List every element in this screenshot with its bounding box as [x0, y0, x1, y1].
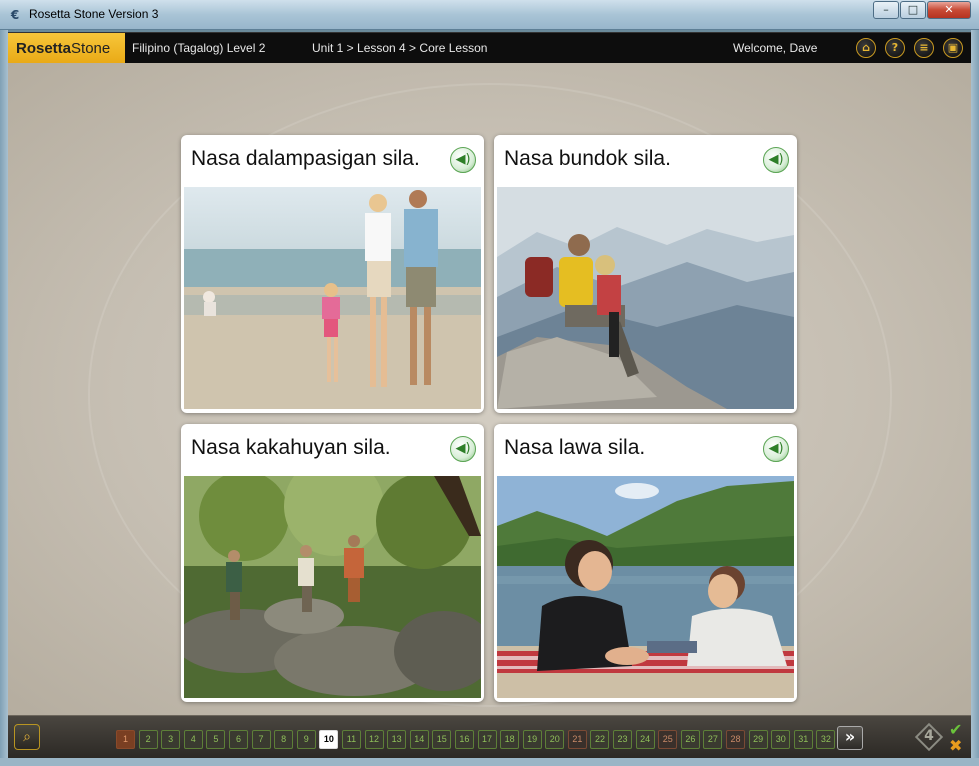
- close-button[interactable]: ✕: [927, 1, 971, 19]
- screen-button-18[interactable]: 18: [500, 730, 520, 749]
- screen-button-24[interactable]: 24: [635, 730, 655, 749]
- next-screen-button[interactable]: »: [837, 726, 863, 750]
- card-caption: Nasa kakahuyan sila.: [191, 436, 391, 459]
- screen-button-26[interactable]: 26: [680, 730, 700, 749]
- screen-button-14[interactable]: 14: [409, 730, 429, 749]
- window-frame-left: [0, 30, 8, 766]
- speaker-icon[interactable]: ◀): [450, 436, 476, 462]
- magnify-icon[interactable]: ⌕: [14, 724, 40, 750]
- lake-photo: [497, 476, 794, 698]
- forest-photo: [184, 476, 481, 698]
- screen-button-22[interactable]: 22: [590, 730, 610, 749]
- screen-button-6[interactable]: 6: [228, 730, 248, 749]
- screen-button-4[interactable]: 4: [183, 730, 203, 749]
- minimize-button[interactable]: –: [873, 1, 899, 19]
- screen-button-27[interactable]: 27: [703, 730, 723, 749]
- screen-button-17[interactable]: 17: [477, 730, 497, 749]
- counter-value: 4: [924, 728, 934, 744]
- menu-icon[interactable]: ≡: [914, 38, 934, 58]
- screen-button-11[interactable]: 11: [341, 730, 361, 749]
- screen-button-21[interactable]: 21: [567, 730, 587, 749]
- screen-navigator: 1 2 3 4 5 6 7 8 9 10 11 12 13 14 15 16 17 18 19 20 21 22 23 24 2…: [116, 730, 839, 749]
- breadcrumb[interactable]: Unit 1 > Lesson 4 > Core Lesson: [312, 33, 487, 64]
- screen-button-31[interactable]: 31: [793, 730, 813, 749]
- screen-button-2[interactable]: 2: [138, 730, 158, 749]
- screen-button-5[interactable]: 5: [206, 730, 226, 749]
- screen-button-30[interactable]: 30: [771, 730, 791, 749]
- speaker-icon[interactable]: ◀): [763, 147, 789, 173]
- answer-card-forest[interactable]: Nasa kakahuyan sila. ◀): [181, 424, 484, 702]
- mountain-photo: [497, 187, 794, 409]
- screen-button-13[interactable]: 13: [387, 730, 407, 749]
- answer-card-mountain[interactable]: Nasa bundok sila. ◀): [494, 135, 797, 413]
- screen-button-25[interactable]: 25: [658, 730, 678, 749]
- window-title: Rosetta Stone Version 3: [29, 7, 159, 21]
- header-icons: ⌂ ? ≡ ▣: [847, 38, 963, 58]
- app-header: RosettaStone Filipino (Tagalog) Level 2 …: [8, 32, 971, 64]
- welcome-text: Welcome, Dave: [733, 41, 818, 55]
- rosetta-stone-logo: RosettaStone: [8, 33, 125, 64]
- answer-card-beach[interactable]: Nasa dalampasigan sila. ◀): [181, 135, 484, 413]
- maximize-button[interactable]: □: [900, 1, 926, 19]
- incorrect-cross-icon: ✖: [949, 736, 963, 755]
- window-titlebar: € Rosetta Stone Version 3 – □ ✕: [0, 0, 979, 30]
- logo-text-bold: Rosetta: [16, 40, 72, 57]
- window-frame-bottom: [0, 758, 979, 766]
- card-caption: Nasa bundok sila.: [504, 147, 671, 170]
- screen-button-20[interactable]: 20: [545, 730, 565, 749]
- screen-button-1[interactable]: 1: [116, 730, 135, 749]
- answer-card-lake[interactable]: Nasa lawa sila. ◀): [494, 424, 797, 702]
- window-controls: – □ ✕: [872, 1, 971, 19]
- screen-button-28[interactable]: 28: [726, 730, 746, 749]
- screen-button-19[interactable]: 19: [522, 730, 542, 749]
- screen-button-16[interactable]: 16: [454, 730, 474, 749]
- card-caption: Nasa lawa sila.: [504, 436, 646, 459]
- lesson-stage: Nasa dalampasigan sila. ◀) Nasa bundok s…: [8, 63, 971, 715]
- home-icon[interactable]: ⌂: [856, 38, 876, 58]
- speaker-icon[interactable]: ◀): [450, 147, 476, 173]
- help-icon[interactable]: ?: [885, 38, 905, 58]
- screen-button-3[interactable]: 3: [161, 730, 181, 749]
- screen-button-7[interactable]: 7: [251, 730, 271, 749]
- screen-button-12[interactable]: 12: [364, 730, 384, 749]
- window-icon[interactable]: ▣: [943, 38, 963, 58]
- beach-photo: [184, 187, 481, 409]
- speaker-icon[interactable]: ◀): [763, 436, 789, 462]
- window-frame-right: [971, 30, 979, 766]
- screen-button-32[interactable]: 32: [816, 730, 836, 749]
- screen-button-8[interactable]: 8: [274, 730, 294, 749]
- lesson-footer: ⌕ 1 2 3 4 5 6 7 8 9 10 11 12 13 14 15 16 17 18 19 20 21 22 23 2…: [8, 715, 971, 758]
- logo-text-thin: Stone: [71, 40, 111, 57]
- remaining-counter: 4: [914, 722, 944, 752]
- screen-button-15[interactable]: 15: [432, 730, 452, 749]
- screen-button-9[interactable]: 9: [296, 730, 316, 749]
- course-title: Filipino (Tagalog) Level 2: [132, 41, 266, 55]
- app-icon: €: [10, 8, 20, 22]
- screen-button-29[interactable]: 29: [748, 730, 768, 749]
- card-caption: Nasa dalampasigan sila.: [191, 147, 420, 170]
- screen-button-10[interactable]: 10: [319, 730, 339, 749]
- screen-button-23[interactable]: 23: [613, 730, 633, 749]
